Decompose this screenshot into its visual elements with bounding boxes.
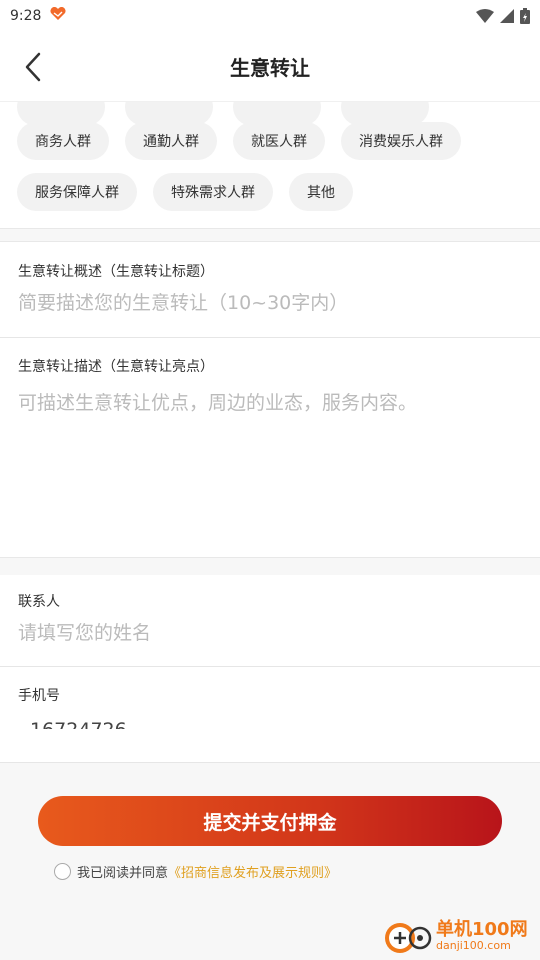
back-button[interactable] bbox=[18, 50, 48, 84]
tag-chip[interactable]: 通勤人群 bbox=[125, 122, 217, 160]
description-field: 生意转让描述（生意转让亮点） bbox=[0, 338, 540, 557]
agreement-row: 我已阅读并同意 《招商信息发布及展示规则》 bbox=[54, 862, 337, 881]
contact-label: 联系人 bbox=[18, 594, 60, 610]
tag-chip[interactable]: 特殊需求人群 bbox=[153, 173, 273, 211]
section-divider bbox=[0, 228, 540, 242]
tag-group: 商务人群 通勤人群 就医人群 消费娱乐人群 服务保障人群 特殊需求人群 其他 bbox=[0, 102, 540, 230]
tag-chip[interactable]: 商务人群 bbox=[17, 122, 109, 160]
tag-chip[interactable]: 消费娱乐人群 bbox=[341, 122, 461, 160]
description-label: 生意转让描述（生意转让亮点） bbox=[18, 359, 214, 375]
page-title: 生意转让 bbox=[230, 56, 310, 80]
nav-bar: 生意转让 bbox=[0, 32, 540, 102]
contact-field: 联系人 bbox=[0, 575, 540, 667]
contact-input[interactable] bbox=[18, 622, 518, 644]
chevron-left-icon bbox=[25, 52, 41, 82]
tag-chip[interactable]: 其他 bbox=[289, 173, 353, 211]
summary-label: 生意转让概述（生意转让标题） bbox=[18, 264, 214, 280]
watermark-cn: 单机100网 bbox=[436, 919, 528, 941]
section-divider bbox=[0, 557, 540, 575]
phone-label: 手机号 bbox=[18, 688, 60, 704]
status-bar: 9:28 bbox=[0, 0, 540, 32]
tag-row-2: 服务保障人群 特殊需求人群 其他 bbox=[17, 173, 353, 211]
watermark-url: danji100.com bbox=[436, 938, 511, 952]
heart-logo-icon bbox=[49, 6, 67, 25]
summary-field: 生意转让概述（生意转让标题） bbox=[0, 242, 540, 338]
tag-row-1: 商务人群 通勤人群 就医人群 消费娱乐人群 bbox=[17, 122, 461, 160]
battery-icon bbox=[520, 8, 530, 24]
wifi-icon bbox=[476, 9, 494, 23]
rules-link[interactable]: 《招商信息发布及展示规则》 bbox=[168, 862, 337, 881]
agree-text: 我已阅读并同意 bbox=[77, 866, 169, 881]
description-input[interactable] bbox=[18, 388, 518, 538]
status-time: 9:28 bbox=[10, 8, 42, 24]
signal-icon bbox=[500, 9, 514, 23]
agree-radio[interactable] bbox=[54, 863, 71, 880]
watermark: 单机100网 danji100.com bbox=[384, 914, 534, 958]
watermark-logo-icon bbox=[385, 923, 432, 953]
tag-chip[interactable]: 就医人群 bbox=[233, 122, 325, 160]
summary-input[interactable] bbox=[18, 292, 518, 314]
phone-input[interactable]: 16724726 bbox=[30, 719, 127, 729]
tag-chip[interactable]: 服务保障人群 bbox=[17, 173, 137, 211]
status-icons bbox=[476, 8, 530, 24]
phone-field: 手机号 bbox=[0, 667, 540, 762]
footer: 提交并支付押金 我已阅读并同意 《招商信息发布及展示规则》 单机100网 dan… bbox=[0, 762, 540, 960]
watermark-text: 单机100网 danji100.com bbox=[436, 920, 528, 952]
submit-pay-deposit-button[interactable]: 提交并支付押金 bbox=[38, 796, 502, 846]
